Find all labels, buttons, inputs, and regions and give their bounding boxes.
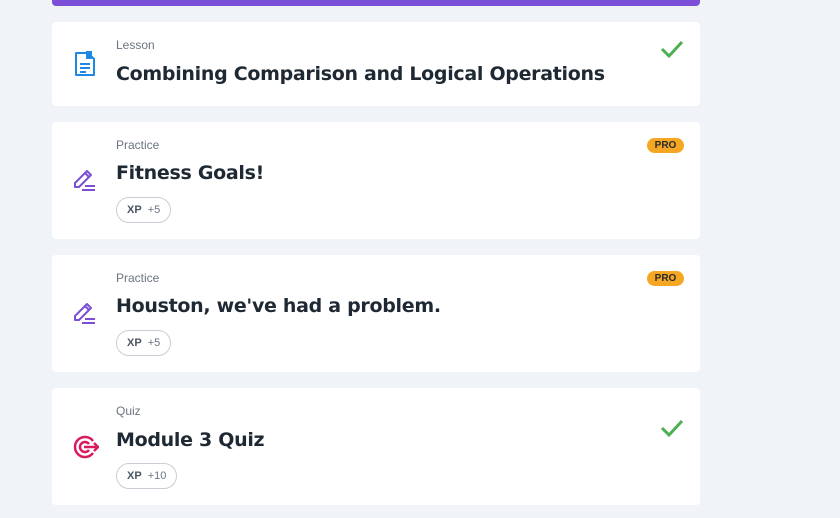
pro-badge: PRO (647, 138, 684, 153)
lesson-card[interactable]: Lesson Combining Comparison and Logical … (52, 22, 700, 106)
practice-card[interactable]: Practice Fitness Goals! PRO XP +5 (52, 122, 700, 239)
pro-badge: PRO (647, 271, 684, 286)
item-title[interactable]: Combining Comparison and Logical Operati… (116, 63, 605, 85)
practice-card[interactable]: Practice Houston, we've had a problem. P… (52, 255, 700, 372)
xp-label: XP (127, 337, 142, 349)
practice-pencil-icon (70, 165, 100, 195)
completed-check-icon (660, 419, 684, 438)
xp-value: +5 (147, 337, 161, 349)
xp-value: +10 (147, 470, 167, 482)
xp-badge: XP +5 (116, 330, 172, 356)
item-type-label: Quiz (116, 404, 141, 418)
xp-label: XP (127, 470, 142, 482)
practice-pencil-icon (70, 298, 100, 328)
xp-value: +5 (147, 204, 161, 216)
item-type-label: Practice (116, 138, 160, 152)
item-title[interactable]: Fitness Goals! (116, 162, 264, 184)
item-title[interactable]: Module 3 Quiz (116, 429, 265, 451)
quiz-card[interactable]: Quiz Module 3 Quiz XP +10 (52, 388, 700, 505)
item-title[interactable]: Houston, we've had a problem. (116, 295, 441, 317)
module-progress-bar (52, 0, 700, 6)
xp-badge: XP +10 (116, 463, 178, 489)
xp-label: XP (127, 204, 142, 216)
item-type-label: Practice (116, 271, 160, 285)
lesson-document-icon (70, 49, 100, 79)
item-type-label: Lesson (116, 38, 155, 52)
quiz-target-icon (70, 432, 100, 462)
completed-check-icon (660, 40, 684, 59)
xp-badge: XP +5 (116, 197, 172, 223)
